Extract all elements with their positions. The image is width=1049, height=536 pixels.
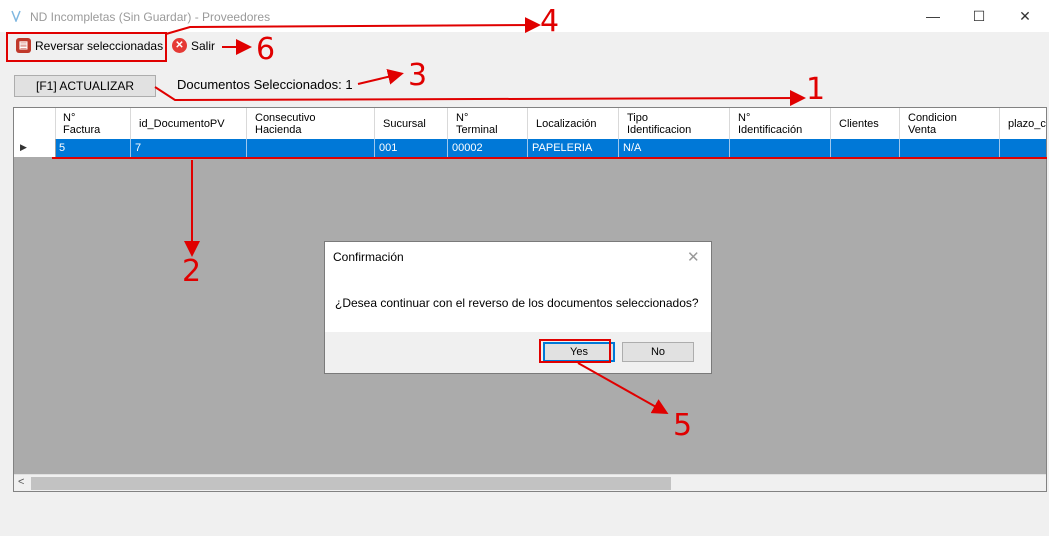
annotation-4: 4 (540, 4, 560, 39)
annotation-1: 1 (806, 72, 826, 107)
annotation-6: 6 (256, 32, 276, 67)
annotation-3: 3 (408, 58, 428, 93)
annotation-5: 5 (673, 408, 693, 443)
annotation-2: 2 (182, 254, 202, 289)
annotation-arrows (154, 17, 806, 414)
